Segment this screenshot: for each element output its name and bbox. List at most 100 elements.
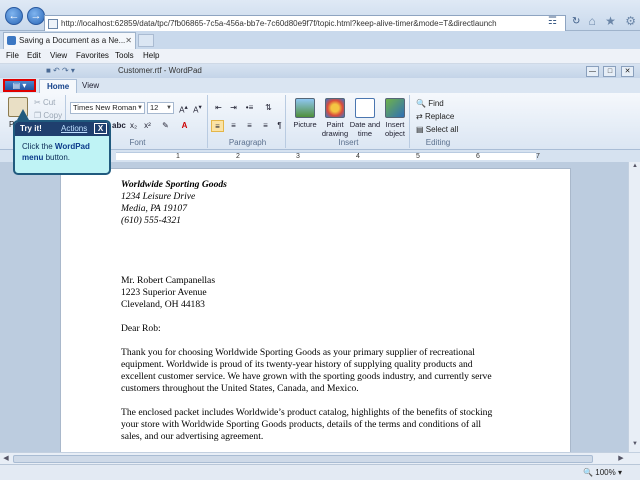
compatibility-icon[interactable]: ☶: [548, 16, 557, 27]
justify-button[interactable]: ≡: [259, 120, 272, 132]
quick-access-toolbar[interactable]: ■ ↶ ↷ ▾: [46, 66, 75, 75]
find-button[interactable]: 🔍 Find: [416, 99, 444, 108]
sender-address-line: 1234 Leisure Drive: [121, 191, 196, 202]
menu-edit[interactable]: Edit: [27, 51, 41, 60]
select-all-button[interactable]: ▤ Select all: [416, 125, 458, 134]
ruler-number: 3: [296, 153, 300, 160]
date-time-button[interactable]: Date and time: [348, 120, 382, 138]
bold-button[interactable]: abc: [112, 120, 126, 132]
url-input[interactable]: http://localhost:62859/data/tpc/7fb06865…: [44, 15, 566, 32]
home-icon[interactable]: ⌂: [589, 14, 596, 28]
copy-button[interactable]: ❐ Copy: [34, 111, 62, 120]
ruler-number: 4: [356, 153, 360, 160]
maximize-button[interactable]: □: [603, 66, 617, 77]
wordpad-title-bar: ■ ↶ ↷ ▾ Customer.rtf - WordPad — □ ✕: [0, 64, 640, 78]
font-size-select[interactable]: 12 ▼: [147, 102, 174, 114]
callout-close-button[interactable]: X: [94, 123, 107, 134]
paint-drawing-button[interactable]: Paint drawing: [318, 120, 352, 138]
increase-indent-icon[interactable]: ⇥: [227, 102, 240, 114]
document-page[interactable]: Worldwide Sporting Goods 1234 Leisure Dr…: [60, 168, 571, 452]
body-line: The enclosed packet includes Worldwide’s…: [121, 407, 493, 418]
body-line: your store with Worldwide Sporting Goods…: [121, 419, 482, 430]
vertical-scrollbar[interactable]: ▲ ▼: [628, 162, 640, 452]
forward-button[interactable]: →: [27, 7, 45, 25]
sender-company: Worldwide Sporting Goods: [121, 179, 227, 190]
menu-view[interactable]: View: [50, 51, 67, 60]
browser-menu-bar: File Edit View Favorites Tools Help: [0, 49, 640, 64]
zoom-level[interactable]: 🔍 100% ▾: [583, 468, 622, 477]
align-center-button[interactable]: ≡: [227, 120, 240, 132]
close-window-button[interactable]: ✕: [621, 66, 634, 77]
document-area: Worldwide Sporting Goods 1234 Leisure Dr…: [0, 162, 640, 452]
menu-tools[interactable]: Tools: [115, 51, 134, 60]
browser-tab-strip: Saving a Document as a Ne... ✕: [0, 31, 640, 49]
decrease-indent-icon[interactable]: ⇤: [212, 102, 225, 114]
body-line: excellent customer service. We have grow…: [121, 371, 492, 382]
callout-title: Try it!: [20, 124, 42, 133]
tab-home[interactable]: Home: [39, 79, 78, 93]
grow-font-button[interactable]: A▴: [177, 102, 190, 115]
insert-object-icon[interactable]: [385, 98, 405, 118]
callout-instruction: Click the WordPad menu button.: [22, 142, 90, 162]
align-right-button[interactable]: ≡: [243, 120, 256, 132]
chevron-down-icon: ▼: [166, 105, 172, 111]
favorites-star-icon[interactable]: ★: [605, 14, 616, 28]
ruler-number: 6: [476, 153, 480, 160]
settings-gear-icon[interactable]: ⚙: [625, 14, 636, 28]
refresh-icon[interactable]: ↻: [572, 16, 580, 27]
shrink-font-button[interactable]: A▾: [191, 102, 204, 115]
scroll-right-icon[interactable]: ▶: [616, 454, 626, 464]
ruler-number: 1: [176, 153, 180, 160]
superscript-button[interactable]: x²: [141, 120, 154, 132]
callout-pointer: [17, 109, 29, 120]
callout-actions-link[interactable]: Actions: [61, 124, 87, 133]
scroll-left-icon[interactable]: ◀: [1, 454, 11, 464]
tab-title: Saving a Document as a Ne...: [19, 36, 126, 45]
back-button[interactable]: ←: [5, 7, 23, 25]
wordpad-menu-button[interactable]: ▤ ▾: [3, 79, 36, 92]
sender-address-line: Media, PA 19107: [121, 203, 187, 214]
horizontal-scrollbar[interactable]: ◀ ▶: [0, 452, 640, 464]
chevron-down-icon: ▼: [137, 105, 143, 111]
scroll-down-icon[interactable]: ▼: [630, 441, 640, 451]
editing-group-label: Editing: [425, 138, 451, 147]
paragraph-group-label: Paragraph: [228, 138, 267, 147]
tab-close-icon[interactable]: ✕: [125, 33, 132, 48]
recipient-name: Mr. Robert Campanellas: [121, 275, 216, 286]
tab-view[interactable]: View: [75, 79, 106, 93]
try-it-callout: Try it! Actions X Click the WordPad menu…: [13, 120, 111, 175]
picture-button[interactable]: Picture: [290, 120, 320, 129]
browser-address-bar: ← → http://localhost:62859/data/tpc/7fb0…: [0, 0, 640, 32]
paint-palette-icon[interactable]: [325, 98, 345, 118]
align-left-button[interactable]: ≡: [211, 120, 224, 132]
new-tab-button[interactable]: [138, 34, 154, 47]
highlight-icon[interactable]: ✎: [159, 120, 172, 132]
menu-file[interactable]: File: [6, 51, 19, 60]
paragraph-settings-icon[interactable]: ¶: [273, 120, 286, 132]
subscript-button[interactable]: x₂: [127, 120, 140, 132]
page-icon: [48, 19, 58, 29]
insert-object-button[interactable]: Insert object: [379, 120, 411, 138]
picture-icon[interactable]: [295, 98, 315, 118]
browser-tab[interactable]: Saving a Document as a Ne... ✕: [3, 32, 136, 49]
calendar-clock-icon[interactable]: [355, 98, 375, 118]
ribbon-tab-bar: ▤ ▾ Home View: [0, 78, 640, 93]
bullets-icon[interactable]: •≡: [243, 102, 256, 114]
ruler-number: 2: [236, 153, 240, 160]
font-color-button[interactable]: A: [178, 120, 191, 132]
minimize-button[interactable]: —: [585, 66, 599, 77]
cut-button[interactable]: ✂ Cut: [34, 98, 55, 107]
font-family-select[interactable]: Times New Roman ▼: [70, 102, 145, 114]
line-spacing-icon[interactable]: ⇅: [262, 102, 275, 114]
salutation: Dear Rob:: [121, 323, 161, 334]
scrollbar-thumb[interactable]: [13, 455, 593, 463]
tab-favicon: [7, 36, 16, 45]
menu-help[interactable]: Help: [143, 51, 159, 60]
replace-button[interactable]: ⇄ Replace: [416, 112, 454, 121]
editing-group: 🔍 Find ⇄ Replace ▤ Select all Editing: [412, 95, 464, 148]
browser-toolbar-icons: ⌂ ★ ⚙: [583, 14, 636, 28]
menu-favorites[interactable]: Favorites: [76, 51, 109, 60]
scroll-up-icon[interactable]: ▲: [630, 163, 640, 173]
ruler-number: 7: [536, 153, 540, 160]
recipient-address-line: 1223 Superior Avenue: [121, 287, 207, 298]
